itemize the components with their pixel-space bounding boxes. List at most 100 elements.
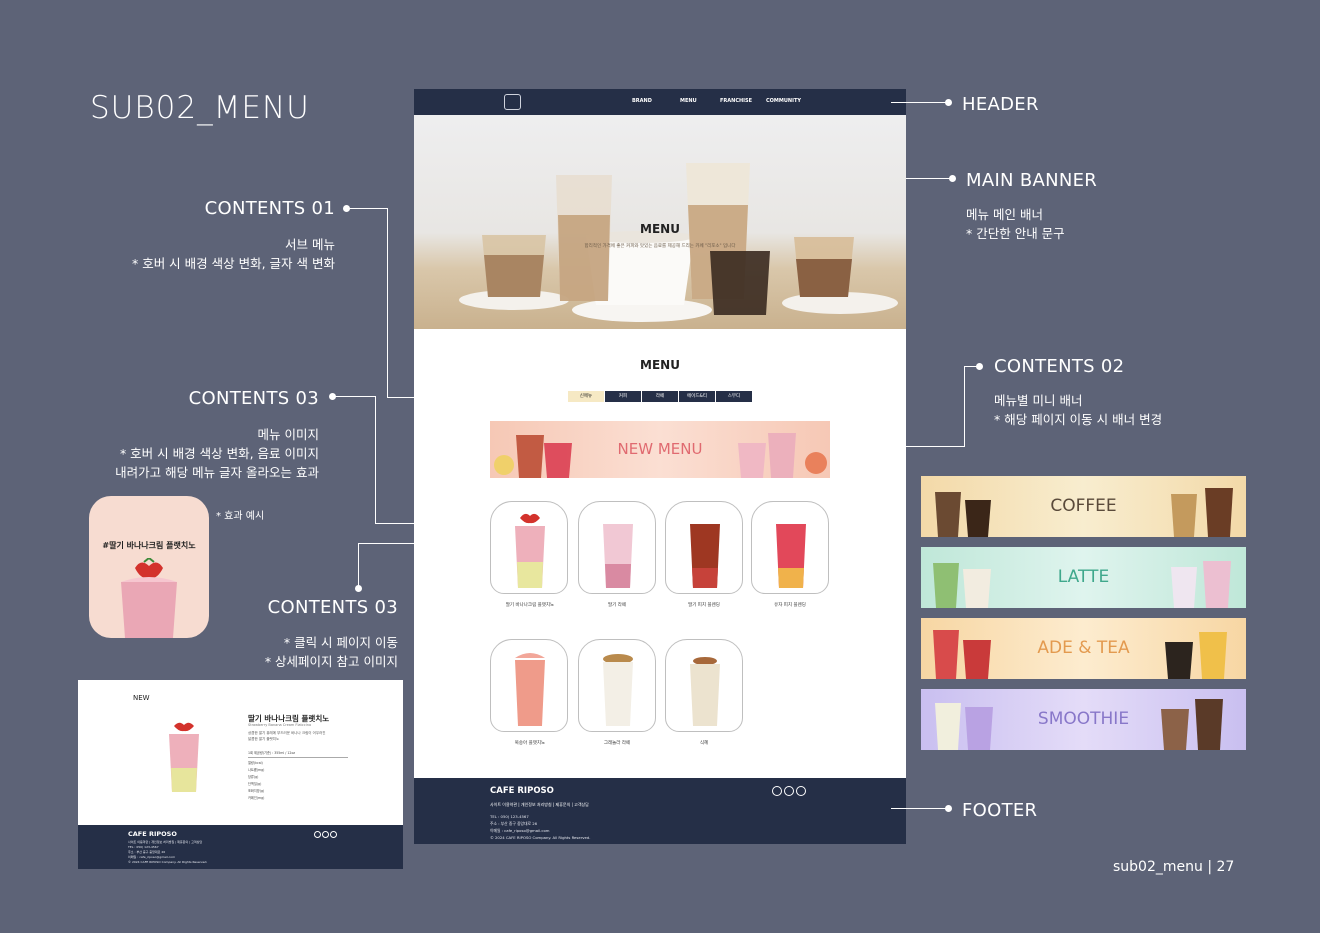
effect-card-text: #딸기 바나나크림 플랫치노 [102, 541, 196, 550]
youtube-icon[interactable] [796, 786, 806, 796]
strawberry-peach-blend-image [690, 524, 720, 588]
contents03a-desc1: 메뉴 이미지 [257, 427, 319, 442]
product-card[interactable] [490, 639, 568, 732]
nutrition-row: 열량(kcal) [248, 761, 263, 765]
yuzu-peach-blend-image [776, 524, 806, 588]
detail-drink-image [169, 722, 199, 792]
nav-franchise[interactable]: FRANCHISE [720, 98, 766, 104]
contents02-desc2: * 해당 페이지 이동 시 배너 변경 [994, 412, 1163, 427]
detail-social-icons [314, 831, 337, 838]
product-name: 딸기 라떼 [608, 603, 626, 608]
detail-product-eng: Strawberry Banana Cream Flatccino [248, 723, 312, 727]
effect-example-label: * 효과 예시 [216, 511, 265, 522]
detail-desc2: 달콤한 딸기 플랫치노 [248, 737, 280, 741]
footer-info: TEL : 050) 123-4567 주소 : 부산 중구 중앙대로 26 이… [490, 813, 590, 841]
connector-line [906, 446, 965, 447]
nutrition-row: 당류(g) [248, 775, 259, 779]
footer-email: 이메일 : cafe_riposo@gmail.com [490, 828, 550, 833]
connector-line [891, 102, 947, 103]
nav-brand[interactable]: BRAND [632, 98, 680, 104]
contents03b-desc1: * 클릭 시 페이지 이동 [283, 635, 398, 650]
nutrition-table: 1회 제공량(기준) : 355ml / 12oz 열량(kcal) 나트륨(m… [248, 750, 348, 802]
mockup-nav: BRAND MENU FRANCHISE COMMUNITY [632, 98, 806, 104]
connector-line [333, 396, 375, 397]
main-banner: MENU 합리적인 가격에 좋은 커피와 맛있는 음료를 제공해 드리는 카페 … [414, 115, 906, 329]
peach-flatccino-image [515, 653, 545, 726]
footer-links[interactable]: 사이트 이용약관 | 개인정보 처리방침 | 제휴문의 | 고객상담 [490, 802, 589, 808]
banner-subtitle: 합리적인 가격에 좋은 커피와 맛있는 음료를 제공해 드리는 카페 "리포소"… [584, 244, 736, 249]
connector-line [891, 808, 947, 809]
detail-page-mockup: NEW 딸기 바나나크림 플랫치노 Strawberry Banana Crea… [78, 680, 403, 869]
product-card[interactable] [751, 501, 829, 594]
contents03a-desc2: * 호버 시 배경 색상 변화, 음료 이미지 [119, 446, 319, 461]
nav-community[interactable]: COMMUNITY [766, 98, 806, 104]
contents03a-title: CONTENTS 03 [188, 388, 319, 409]
contents03b-desc2: * 상세페이지 참고 이미지 [264, 654, 398, 669]
connector-dot [976, 363, 983, 370]
connector-line [387, 397, 414, 398]
product-name: 복숭아 플랫치노 [514, 741, 546, 746]
ade-tea-banner-label: ADE & TEA [1037, 638, 1130, 658]
footer-copyright: © 2024 CAFE RIPOSO Company. All Rights R… [490, 835, 591, 840]
product-name: 그래놀라 라떼 [603, 741, 631, 746]
contents03a-desc3: 내려가고 해당 메뉴 글자 올라오는 효과 [115, 465, 319, 480]
menu-tabs: 신메뉴 커피 라떼 에이드&티 스무디 [568, 391, 752, 402]
tab-latte[interactable]: 라떼 [642, 391, 678, 402]
product-name: 식혜 [699, 741, 709, 746]
contents02-desc1: 메뉴별 미니 배너 [994, 393, 1083, 408]
nutrition-table-head: 1회 제공량(기준) : 355ml / 12oz [248, 750, 348, 758]
connector-line [375, 523, 414, 524]
detail-footer-brand: CAFE RIPOSO [128, 830, 177, 838]
menu-section-heading: MENU [640, 358, 680, 372]
connector-line [347, 208, 387, 209]
nutrition-row: 나트륨(mg) [248, 768, 265, 772]
granola-latte-image [603, 654, 633, 726]
detail-new-label: NEW [133, 694, 150, 702]
menu-page-mockup: BRAND MENU FRANCHISE COMMUNITY MENU 합리적인… [414, 89, 906, 844]
page-title: SUB02_MENU [90, 90, 310, 126]
connector-line [358, 543, 359, 586]
footer-tel: TEL : 050) 123-4567 [490, 814, 529, 819]
connector-line [387, 208, 388, 398]
latte-banner-label: LATTE [1057, 567, 1110, 587]
latte-banner: LATTE [921, 547, 1246, 608]
youtube-icon[interactable] [330, 831, 337, 838]
connector-dot [355, 585, 362, 592]
facebook-icon[interactable] [314, 831, 321, 838]
contents03a-desc: 메뉴 이미지 * 호버 시 배경 색상 변화, 음료 이미지 내려가고 해당 메… [115, 425, 319, 482]
main-banner-desc1: 메뉴 메인 배너 [966, 207, 1043, 222]
tab-coffee[interactable]: 커피 [605, 391, 641, 402]
contents01-title: CONTENTS 01 [204, 198, 335, 219]
product-card[interactable] [578, 501, 656, 594]
contents03b-title: CONTENTS 03 [267, 597, 398, 618]
instagram-icon[interactable] [784, 786, 794, 796]
tab-ade-tea[interactable]: 에이드&티 [679, 391, 715, 402]
coffee-banner: COFFEE [921, 476, 1246, 537]
footer-annotation-title: FOOTER [962, 800, 1038, 821]
nav-menu[interactable]: MENU [680, 98, 720, 104]
strawberry-latte-image [603, 524, 633, 588]
tab-smoothie[interactable]: 스무디 [716, 391, 752, 402]
detail-footer: CAFE RIPOSO 사이트 이용약관 | 개인정보 처리방침 | 제휴문의 … [78, 825, 403, 869]
cafe-logo-icon[interactable] [504, 94, 521, 110]
product-card[interactable] [665, 639, 743, 732]
connector-line [964, 366, 965, 447]
page-number: sub02_menu | 27 [1113, 859, 1235, 875]
product-name: 딸기 바나나크림 플랫치노 [505, 603, 555, 608]
mini-banner-label: NEW MENU [617, 440, 703, 458]
contents03b-desc: * 클릭 시 페이지 이동 * 상세페이지 참고 이미지 [265, 633, 398, 671]
smoothie-banner-label: SMOOTHIE [1037, 709, 1130, 729]
tab-new-menu[interactable]: 신메뉴 [568, 391, 604, 402]
product-name: 유자 피치 블렌딩 [774, 603, 806, 608]
facebook-icon[interactable] [772, 786, 782, 796]
product-card[interactable] [490, 501, 568, 594]
instagram-icon[interactable] [322, 831, 329, 838]
effect-example-card: #딸기 바나나크림 플랫치노 [89, 496, 209, 638]
connector-line [358, 543, 414, 544]
product-card[interactable] [578, 639, 656, 732]
contents02-title: CONTENTS 02 [994, 356, 1125, 377]
main-banner-desc2: * 간단한 안내 문구 [966, 226, 1065, 241]
product-card[interactable] [665, 501, 743, 594]
contents02-desc: 메뉴별 미니 배너 * 해당 페이지 이동 시 배너 변경 [994, 391, 1162, 429]
footer-brand: CAFE RIPOSO [490, 786, 554, 796]
